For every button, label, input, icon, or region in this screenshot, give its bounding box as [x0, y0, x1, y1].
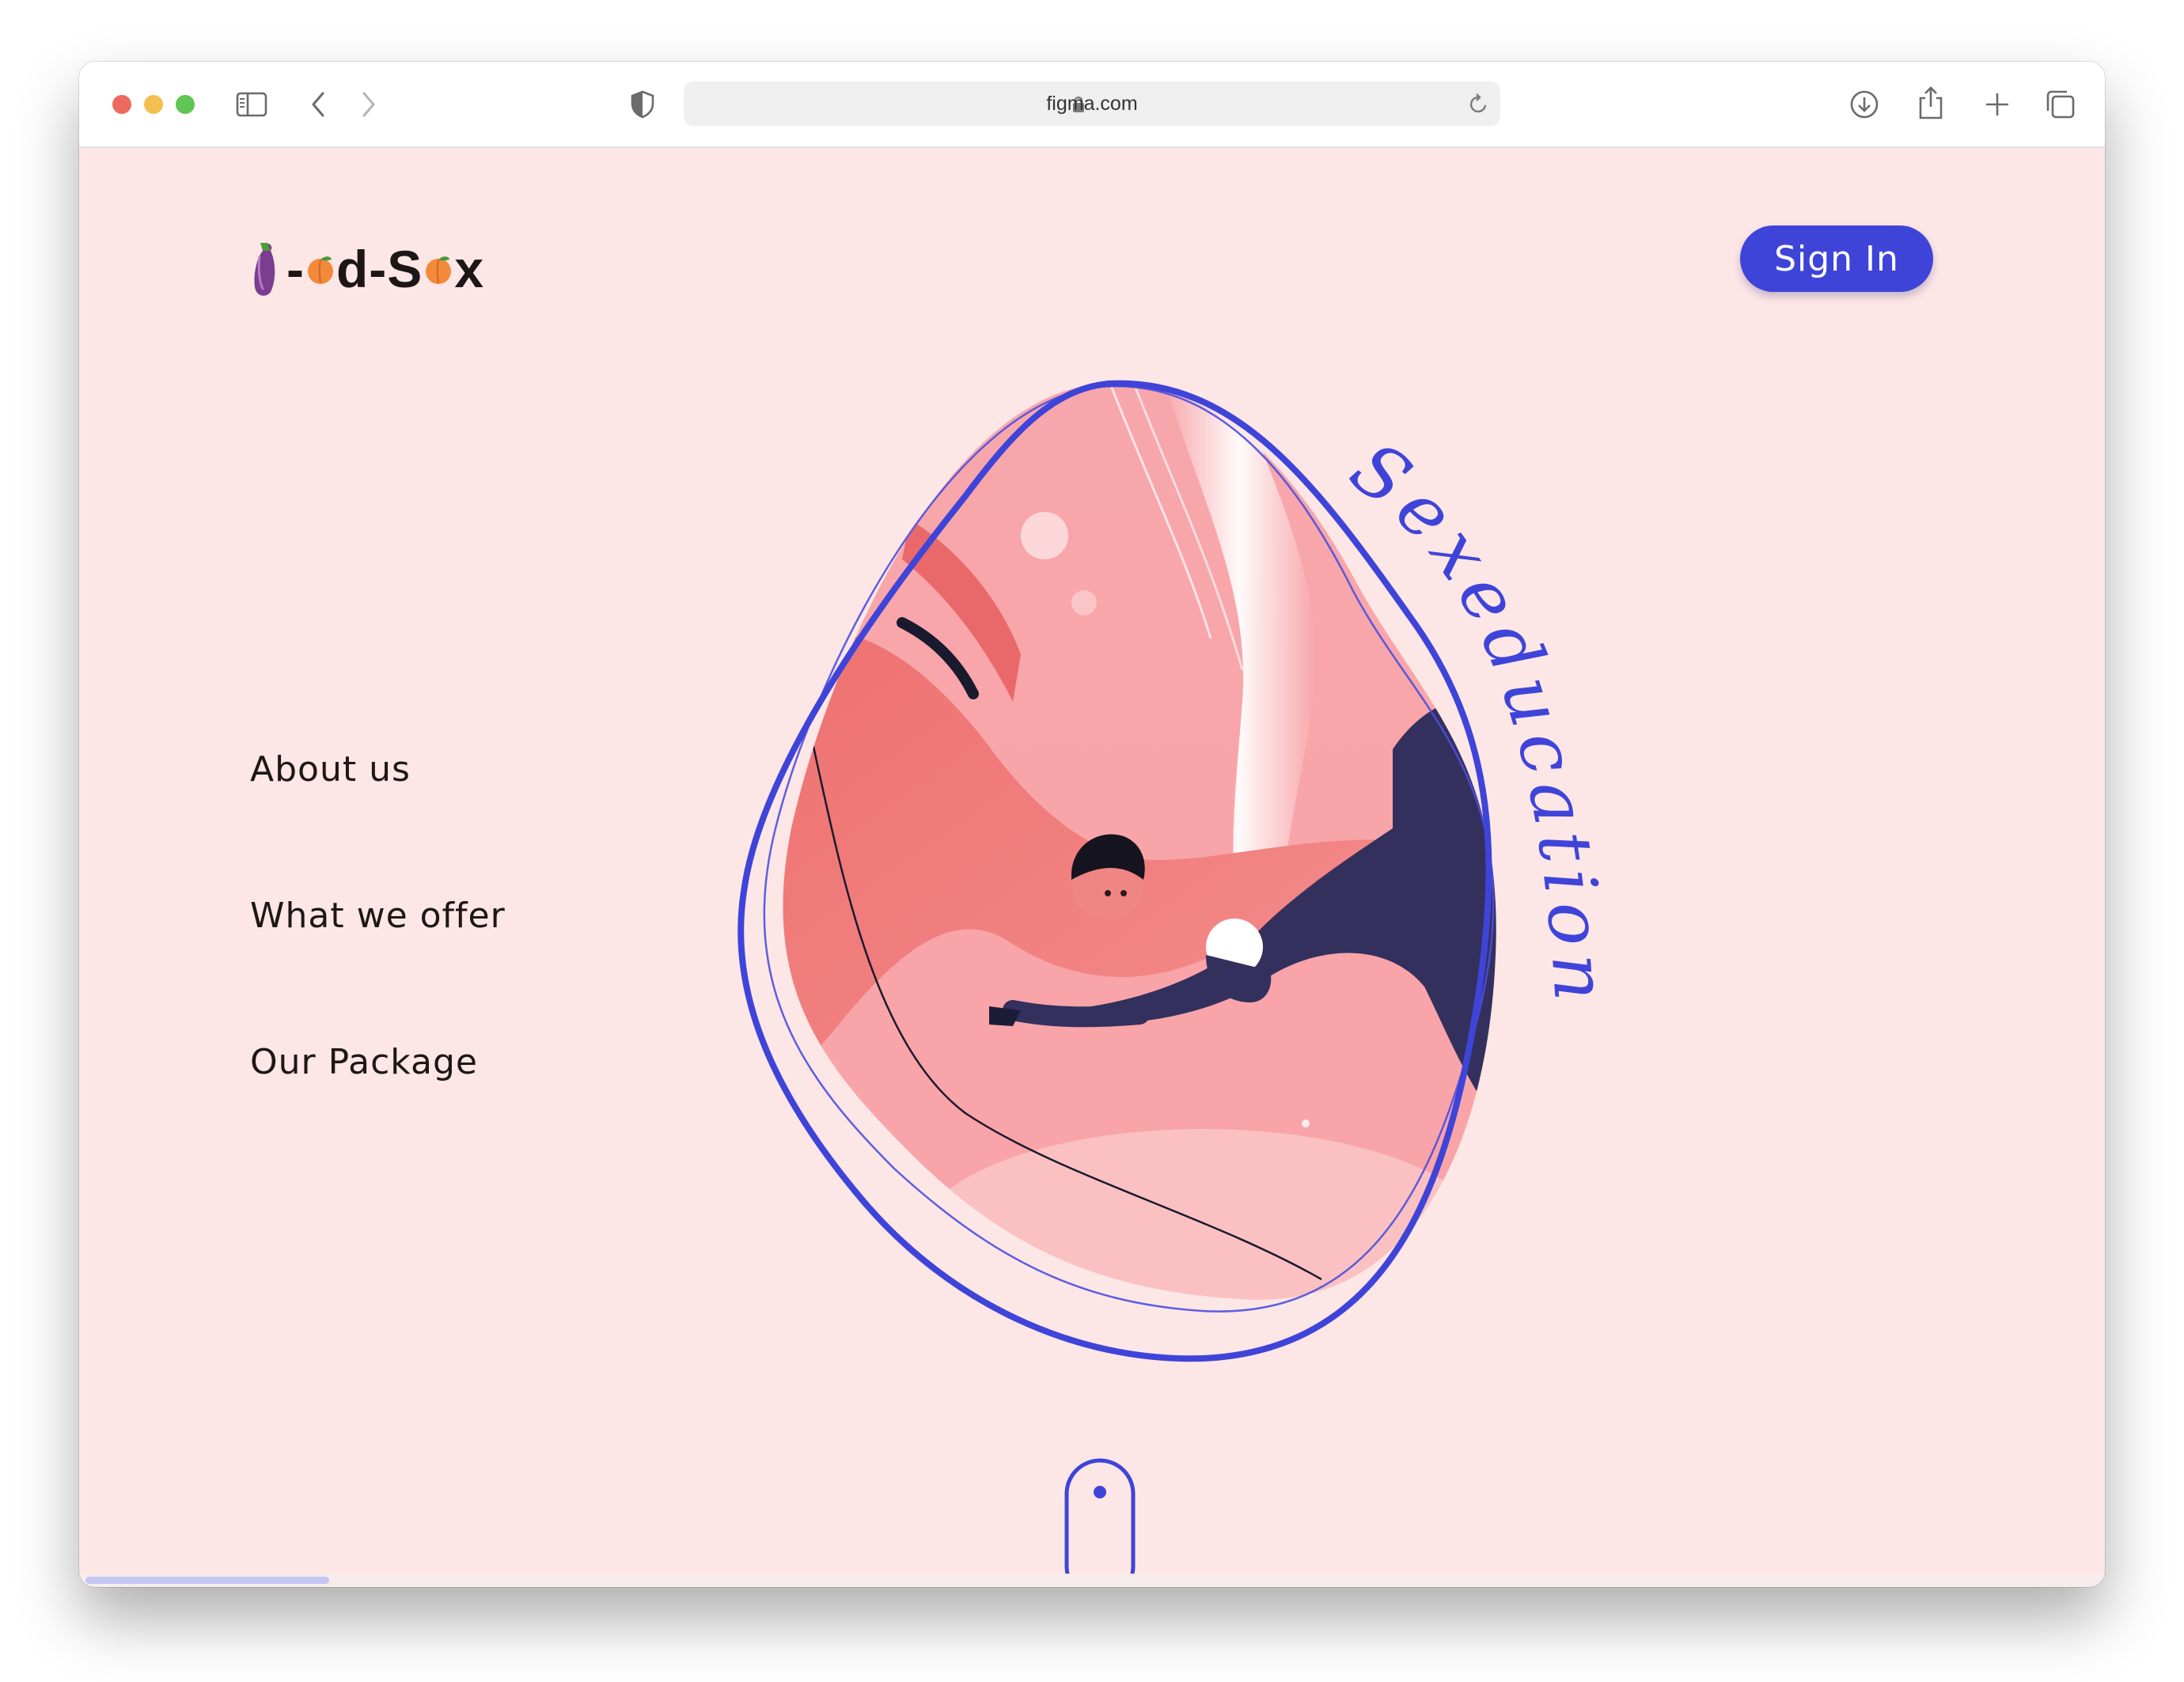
maximize-window-button[interactable] [176, 95, 195, 114]
web-page: Sexeducation - d-S x Sign In About us Wh… [79, 148, 2105, 1587]
browser-window: figma.com Sexeducation - d-S x Sign In A… [79, 62, 2105, 1587]
nav-what-we-offer[interactable]: What we offer [250, 896, 506, 936]
horizontal-scrollbar[interactable] [79, 1574, 2105, 1587]
nav-about-us[interactable]: About us [250, 749, 411, 790]
sidebar-icon[interactable] [236, 92, 267, 117]
hero-illustration: Sexeducation [79, 148, 2105, 1587]
reload-icon[interactable] [1469, 93, 1489, 115]
share-icon[interactable] [1917, 85, 1945, 120]
peach-icon [426, 256, 452, 284]
address-bar[interactable]: figma.com [684, 81, 1500, 126]
hero-art: Sexeducation [737, 380, 1615, 1362]
privacy-shield-icon[interactable] [630, 90, 655, 119]
brand-logo[interactable]: - d-S x [250, 235, 484, 303]
url-text: figma.com [1046, 93, 1138, 115]
peach-icon [307, 256, 333, 284]
back-icon[interactable] [309, 90, 328, 119]
logo-text-x: x [454, 240, 485, 298]
scroll-mouse-icon[interactable] [1060, 1457, 1139, 1587]
close-window-button[interactable] [112, 95, 131, 114]
logo-text-d: d-S [336, 240, 423, 298]
scrollbar-thumb[interactable] [85, 1577, 329, 1584]
sign-in-button[interactable]: Sign In [1740, 225, 1933, 292]
download-icon[interactable] [1848, 89, 1880, 120]
nav-our-package[interactable]: Our Package [250, 1042, 478, 1082]
browser-toolbar: figma.com [79, 62, 2105, 148]
forward-icon[interactable] [359, 90, 378, 119]
new-tab-icon[interactable] [1983, 90, 2011, 119]
logo-dash: - [286, 240, 305, 298]
eggplant-icon [254, 243, 275, 296]
tab-overview-icon[interactable] [2045, 89, 2076, 120]
minimize-window-button[interactable] [144, 95, 163, 114]
